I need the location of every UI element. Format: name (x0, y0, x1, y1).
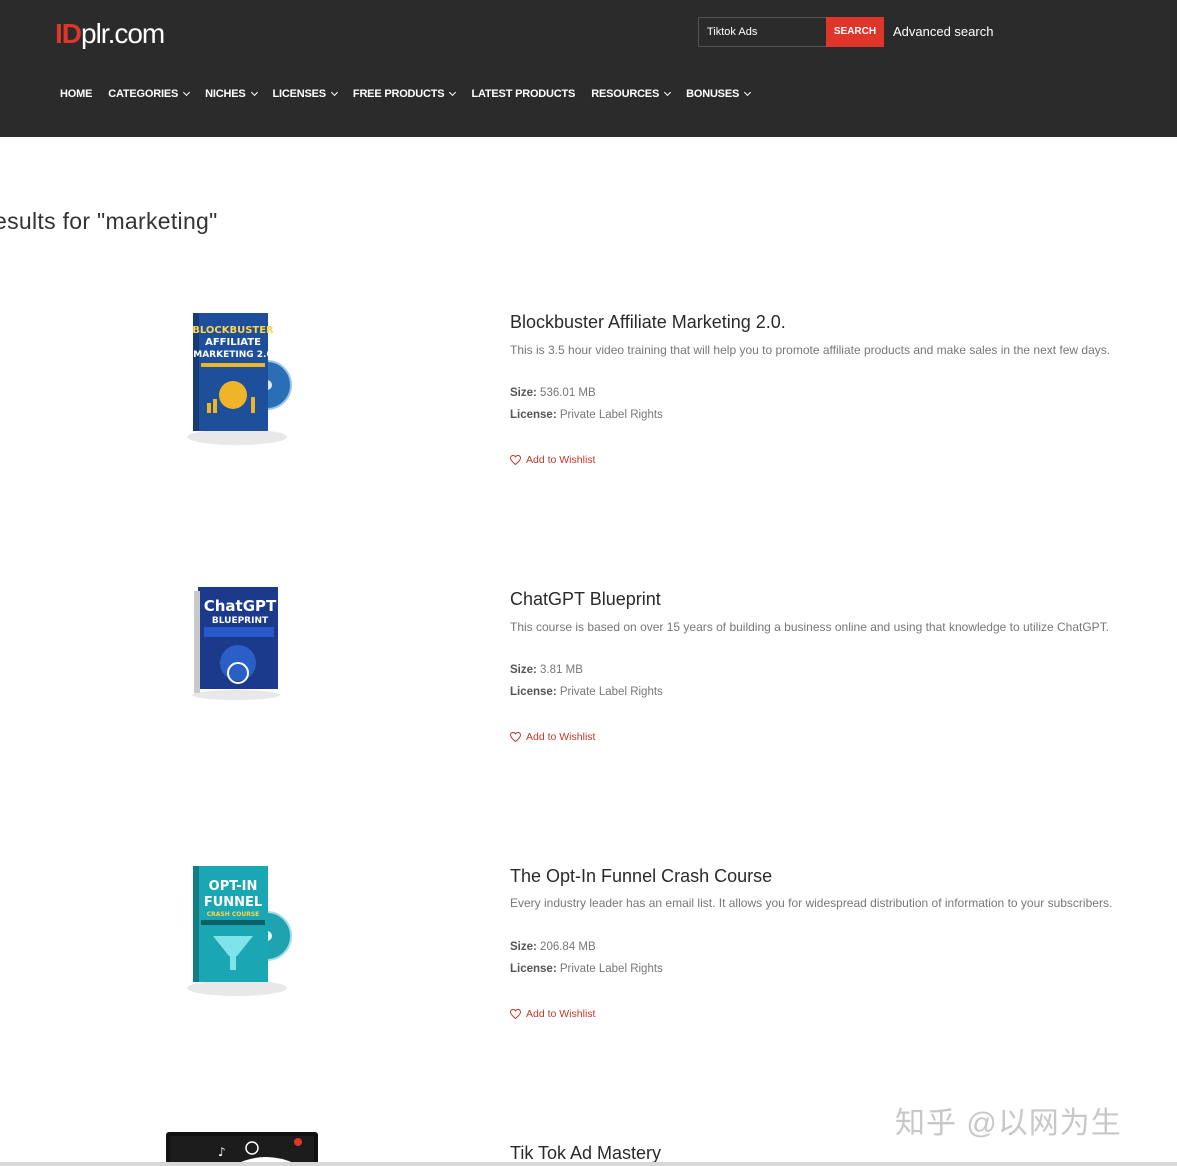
add-to-wishlist-button[interactable]: Add to Wishlist (510, 454, 595, 466)
product-cover-image[interactable]: BLOCKBUSTER AFFILIATE MARKETING 2.0 (185, 305, 295, 450)
chevron-down-icon (330, 88, 338, 97)
product-size: Size: 536.01 MB (510, 387, 596, 399)
nav-resources[interactable]: RESOURCES (591, 86, 672, 102)
logo-id: ID (55, 18, 82, 49)
advanced-search-link[interactable]: Advanced search (893, 24, 993, 39)
cover-text: MARKETING 2.0 (193, 350, 272, 360)
license-value: Private Label Rights (559, 963, 663, 975)
product-cover-image[interactable]: OPT-IN FUNNEL CRASH COURSE (185, 860, 295, 1002)
search-button[interactable]: SEARCH (826, 17, 884, 47)
add-to-wishlist-button[interactable]: Add to Wishlist (510, 731, 595, 743)
cover-text: BLUEPRINT (212, 616, 269, 626)
product-title[interactable]: ChatGPT Blueprint (510, 589, 661, 610)
logo-text: plr.com (81, 18, 165, 49)
results-heading: esults for "marketing" (0, 208, 218, 234)
product-title[interactable]: Blockbuster Affiliate Marketing 2.0. (510, 312, 786, 333)
product-cover-image[interactable]: ChatGPT BLUEPRINT (188, 585, 283, 703)
cover-text: BLOCKBUSTER (192, 325, 274, 336)
product-title[interactable]: The Opt-In Funnel Crash Course (510, 866, 772, 887)
nav-label: BONUSES (686, 88, 740, 100)
nav-latest-products[interactable]: LATEST PRODUCTS (471, 86, 575, 102)
size-label: Size: (510, 664, 537, 676)
bottom-divider (0, 1162, 1177, 1166)
nav-licenses[interactable]: LICENSES (272, 86, 338, 102)
nav-label: RESOURCES (591, 88, 660, 100)
chevron-down-icon (183, 88, 191, 97)
size-value: 3.81 MB (540, 664, 583, 676)
product-cover-image[interactable]: ♪ (166, 1132, 318, 1164)
chevron-down-icon (250, 88, 258, 97)
nav-label: LATEST PRODUCTS (471, 88, 576, 100)
wishlist-label: Add to Wishlist (526, 454, 596, 466)
size-label: Size: (510, 387, 537, 399)
product-size: Size: 206.84 MB (510, 941, 596, 953)
license-value: Private Label Rights (559, 686, 663, 698)
nav-categories[interactable]: CATEGORIES (108, 86, 191, 102)
cover-text: ChatGPT (204, 597, 277, 615)
nav-label: LICENSES (272, 88, 327, 100)
svg-text:♪: ♪ (218, 1145, 226, 1159)
heart-icon (510, 455, 521, 465)
cover-text: AFFILIATE (205, 337, 261, 348)
size-value: 536.01 MB (540, 387, 596, 399)
nav-label: FREE PRODUCTS (352, 88, 445, 100)
product-size: Size: 3.81 MB (510, 664, 583, 676)
nav-bonuses[interactable]: BONUSES (686, 86, 752, 102)
search-input[interactable]: Tiktok Ads (698, 17, 826, 47)
product-description: This course is based on over 15 years of… (510, 620, 1110, 634)
size-label: Size: (510, 941, 537, 953)
product-license: License: Private Label Rights (510, 963, 663, 975)
nav-niches[interactable]: NICHES (205, 86, 258, 102)
nav-free-products[interactable]: FREE PRODUCTS (352, 86, 457, 102)
nav-home[interactable]: HOME (60, 86, 92, 102)
chevron-down-icon (664, 88, 672, 97)
product-description: This is 3.5 hour video training that wil… (510, 343, 1111, 357)
wishlist-label: Add to Wishlist (526, 731, 596, 743)
main-nav: HOME CATEGORIES NICHES LICENSES FREE PRO… (60, 86, 766, 102)
wishlist-label: Add to Wishlist (526, 1008, 596, 1020)
license-label: License: (510, 409, 557, 421)
chevron-down-icon (744, 88, 752, 97)
license-label: License: (510, 963, 557, 975)
chevron-down-icon (449, 88, 457, 97)
site-header: IDplr.com Tiktok Ads SEARCH Advanced sea… (0, 0, 1177, 137)
add-to-wishlist-button[interactable]: Add to Wishlist (510, 1008, 595, 1020)
product-title[interactable]: Tik Tok Ad Mastery (510, 1143, 661, 1164)
product-description: Every industry leader has an email list.… (510, 896, 1113, 910)
cover-text: CRASH COURSE (207, 911, 260, 918)
watermark: 知乎 @以网为生 (895, 1107, 1122, 1140)
nav-label: CATEGORIES (108, 88, 179, 100)
site-logo[interactable]: IDplr.com (55, 18, 165, 50)
size-value: 206.84 MB (540, 941, 596, 953)
cover-text: OPT-IN (209, 879, 258, 894)
product-license: License: Private Label Rights (510, 409, 663, 421)
product-license: License: Private Label Rights (510, 686, 663, 698)
nav-label: NICHES (205, 88, 246, 100)
license-value: Private Label Rights (559, 409, 663, 421)
heart-icon (510, 732, 521, 742)
license-label: License: (510, 686, 557, 698)
cover-text: FUNNEL (204, 895, 262, 910)
heart-icon (510, 1009, 521, 1019)
nav-label: HOME (60, 88, 93, 100)
